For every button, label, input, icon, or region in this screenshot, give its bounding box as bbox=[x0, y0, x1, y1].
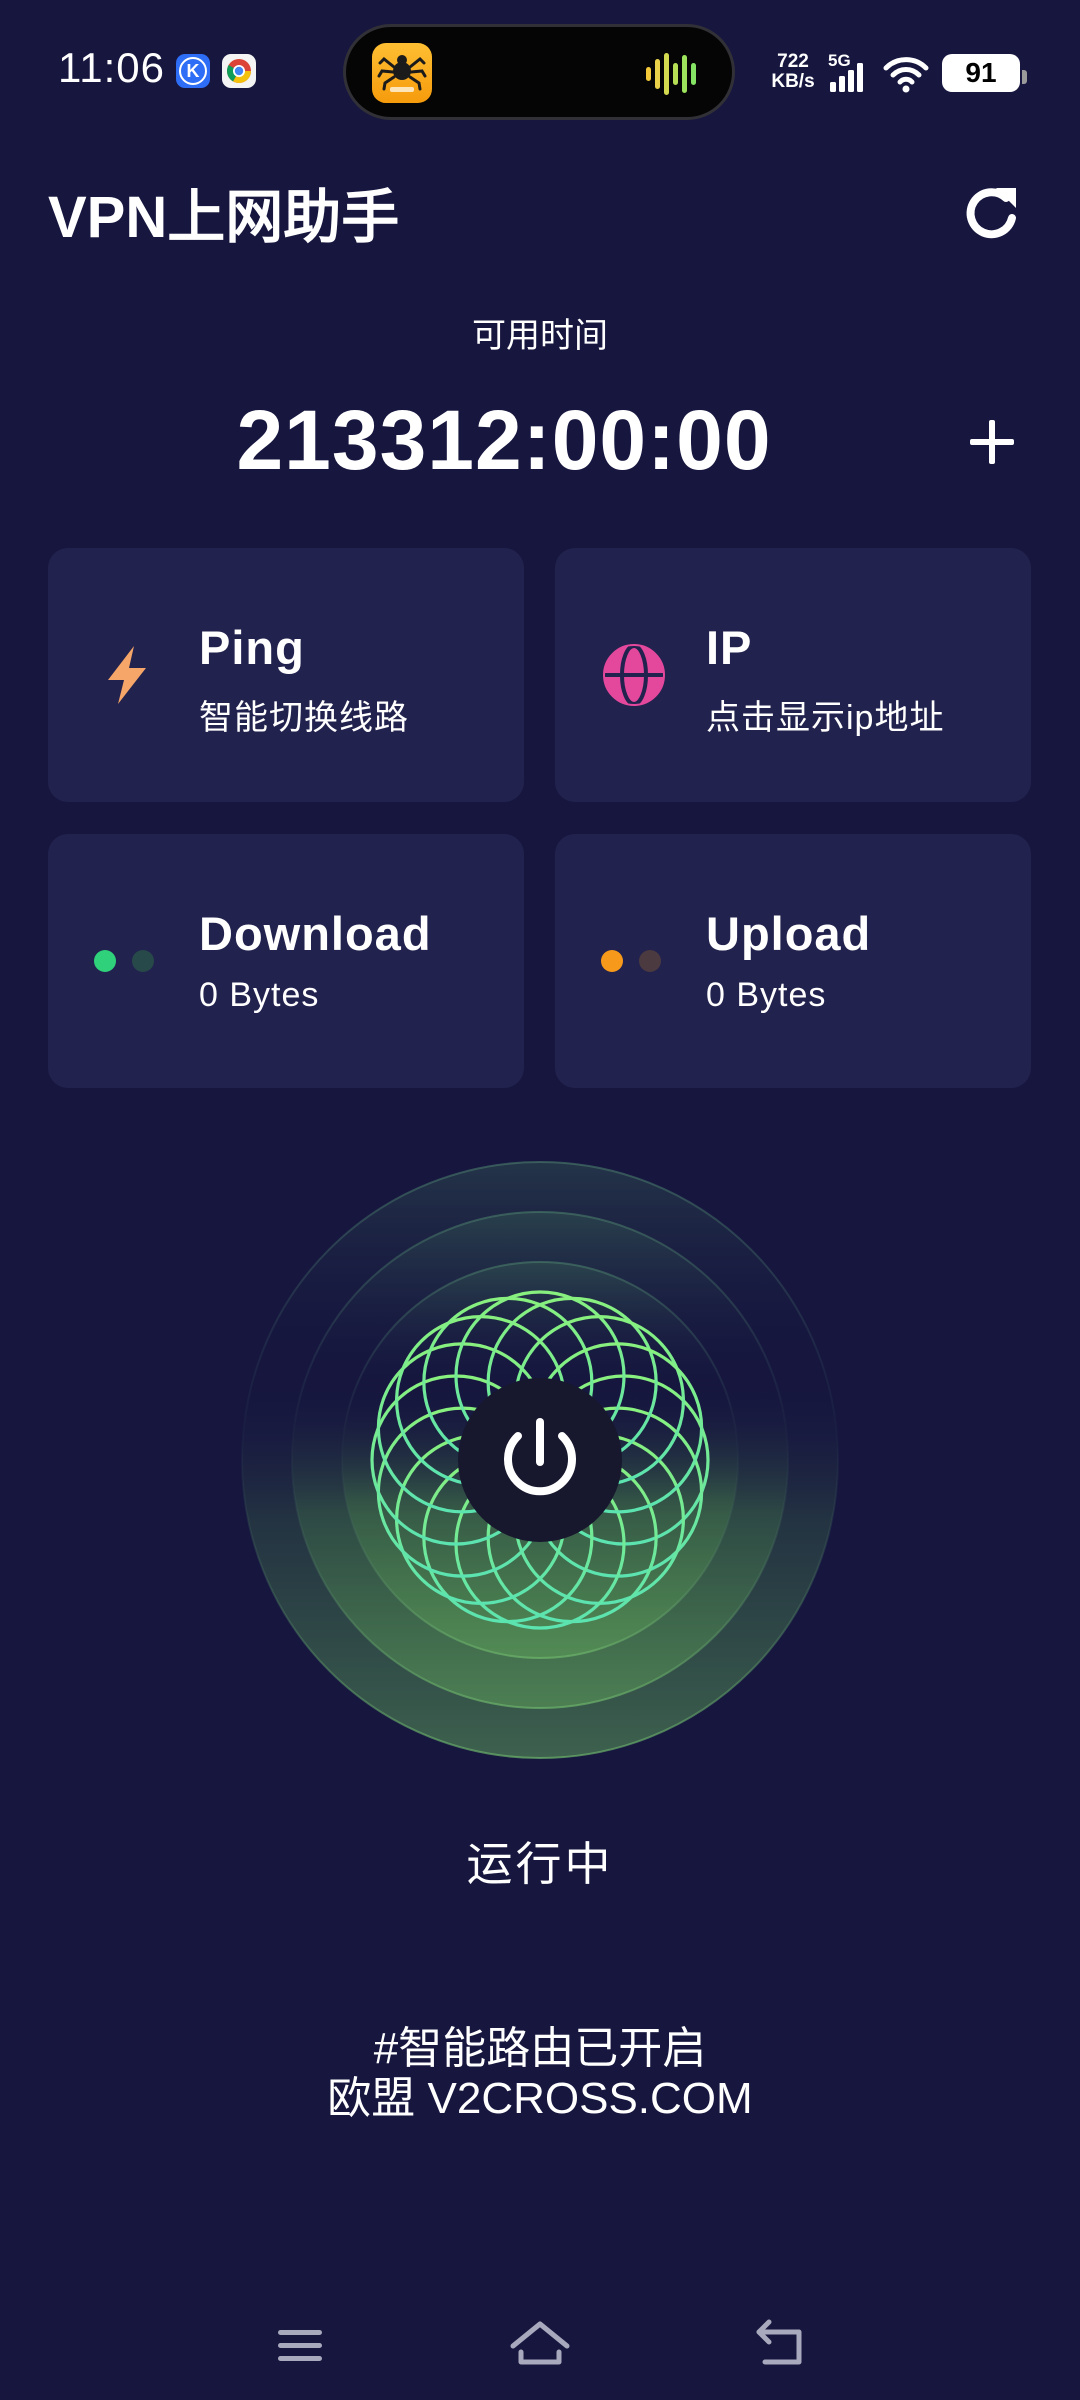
footer-line-2: 欧盟 V2CROSS.COM bbox=[327, 2074, 753, 2123]
net-speed: 722 KB/s bbox=[771, 51, 815, 92]
ping-title: Ping bbox=[199, 621, 305, 674]
app-title: VPN上网助手 bbox=[48, 185, 400, 250]
footer-note: #智能路由已开启 欧盟 V2CROSS.COM bbox=[0, 2024, 1080, 2124]
ip-card[interactable]: IP 点击显示ip地址 bbox=[555, 548, 1031, 802]
download-value: 0 Bytes bbox=[199, 976, 320, 1014]
battery-level: 91 bbox=[965, 57, 997, 88]
upload-dots-icon bbox=[601, 950, 665, 972]
ping-card[interactable]: Ping 智能切换线路 bbox=[48, 548, 524, 802]
available-time-label: 可用时间 bbox=[472, 317, 608, 355]
connection-visual bbox=[240, 1160, 840, 1760]
signal-icon: 5G bbox=[826, 50, 872, 94]
home-icon bbox=[510, 2321, 570, 2365]
available-time-value: 213312:00:00 bbox=[236, 393, 772, 487]
ip-title: IP bbox=[706, 621, 753, 674]
upload-dot-active bbox=[601, 950, 623, 972]
battery-tip bbox=[1022, 70, 1027, 84]
power-icon bbox=[504, 1418, 576, 1496]
menu-button[interactable] bbox=[265, 2310, 335, 2380]
wifi-icon bbox=[882, 54, 930, 94]
navigation-bar bbox=[0, 2300, 1080, 2400]
connection-status: 运行中 bbox=[466, 1838, 614, 1890]
ping-subtitle: 智能切换线路 bbox=[199, 699, 409, 737]
download-dot-active bbox=[94, 950, 116, 972]
spider-app-icon[interactable] bbox=[372, 43, 432, 103]
back-button[interactable] bbox=[745, 2310, 815, 2380]
network-type-label: 5G bbox=[828, 51, 851, 70]
download-card: Download 0 Bytes bbox=[48, 834, 524, 1088]
power-button[interactable] bbox=[458, 1378, 622, 1542]
lightning-icon bbox=[94, 642, 160, 708]
globe-icon bbox=[601, 642, 667, 708]
refresh-button[interactable] bbox=[956, 178, 1028, 250]
upload-title: Upload bbox=[706, 907, 872, 960]
footer-line-1: #智能路由已开启 bbox=[373, 2024, 707, 2073]
home-button[interactable] bbox=[505, 2310, 575, 2380]
upload-value: 0 Bytes bbox=[706, 976, 827, 1014]
status-time: 11:06 bbox=[58, 44, 165, 91]
download-title: Download bbox=[199, 907, 432, 960]
audio-wave-icon bbox=[644, 49, 704, 99]
upload-card: Upload 0 Bytes bbox=[555, 834, 1031, 1088]
plus-icon bbox=[970, 420, 1014, 464]
download-dots-icon bbox=[94, 950, 158, 972]
ip-subtitle: 点击显示ip地址 bbox=[706, 699, 945, 737]
status-bar: 11:06 K 722 KB/s 5G 91 bbox=[0, 0, 1080, 140]
upload-dot-inactive bbox=[639, 950, 661, 972]
back-icon bbox=[756, 2319, 802, 2365]
battery-icon: 91 bbox=[942, 54, 1027, 92]
refresh-icon bbox=[966, 188, 1016, 239]
download-dot-inactive bbox=[132, 950, 154, 972]
dynamic-island[interactable] bbox=[343, 24, 735, 120]
menu-icon bbox=[278, 2330, 322, 2361]
k-app-icon: K bbox=[176, 54, 210, 88]
chrome-icon bbox=[222, 54, 256, 88]
add-time-button[interactable] bbox=[960, 410, 1024, 474]
